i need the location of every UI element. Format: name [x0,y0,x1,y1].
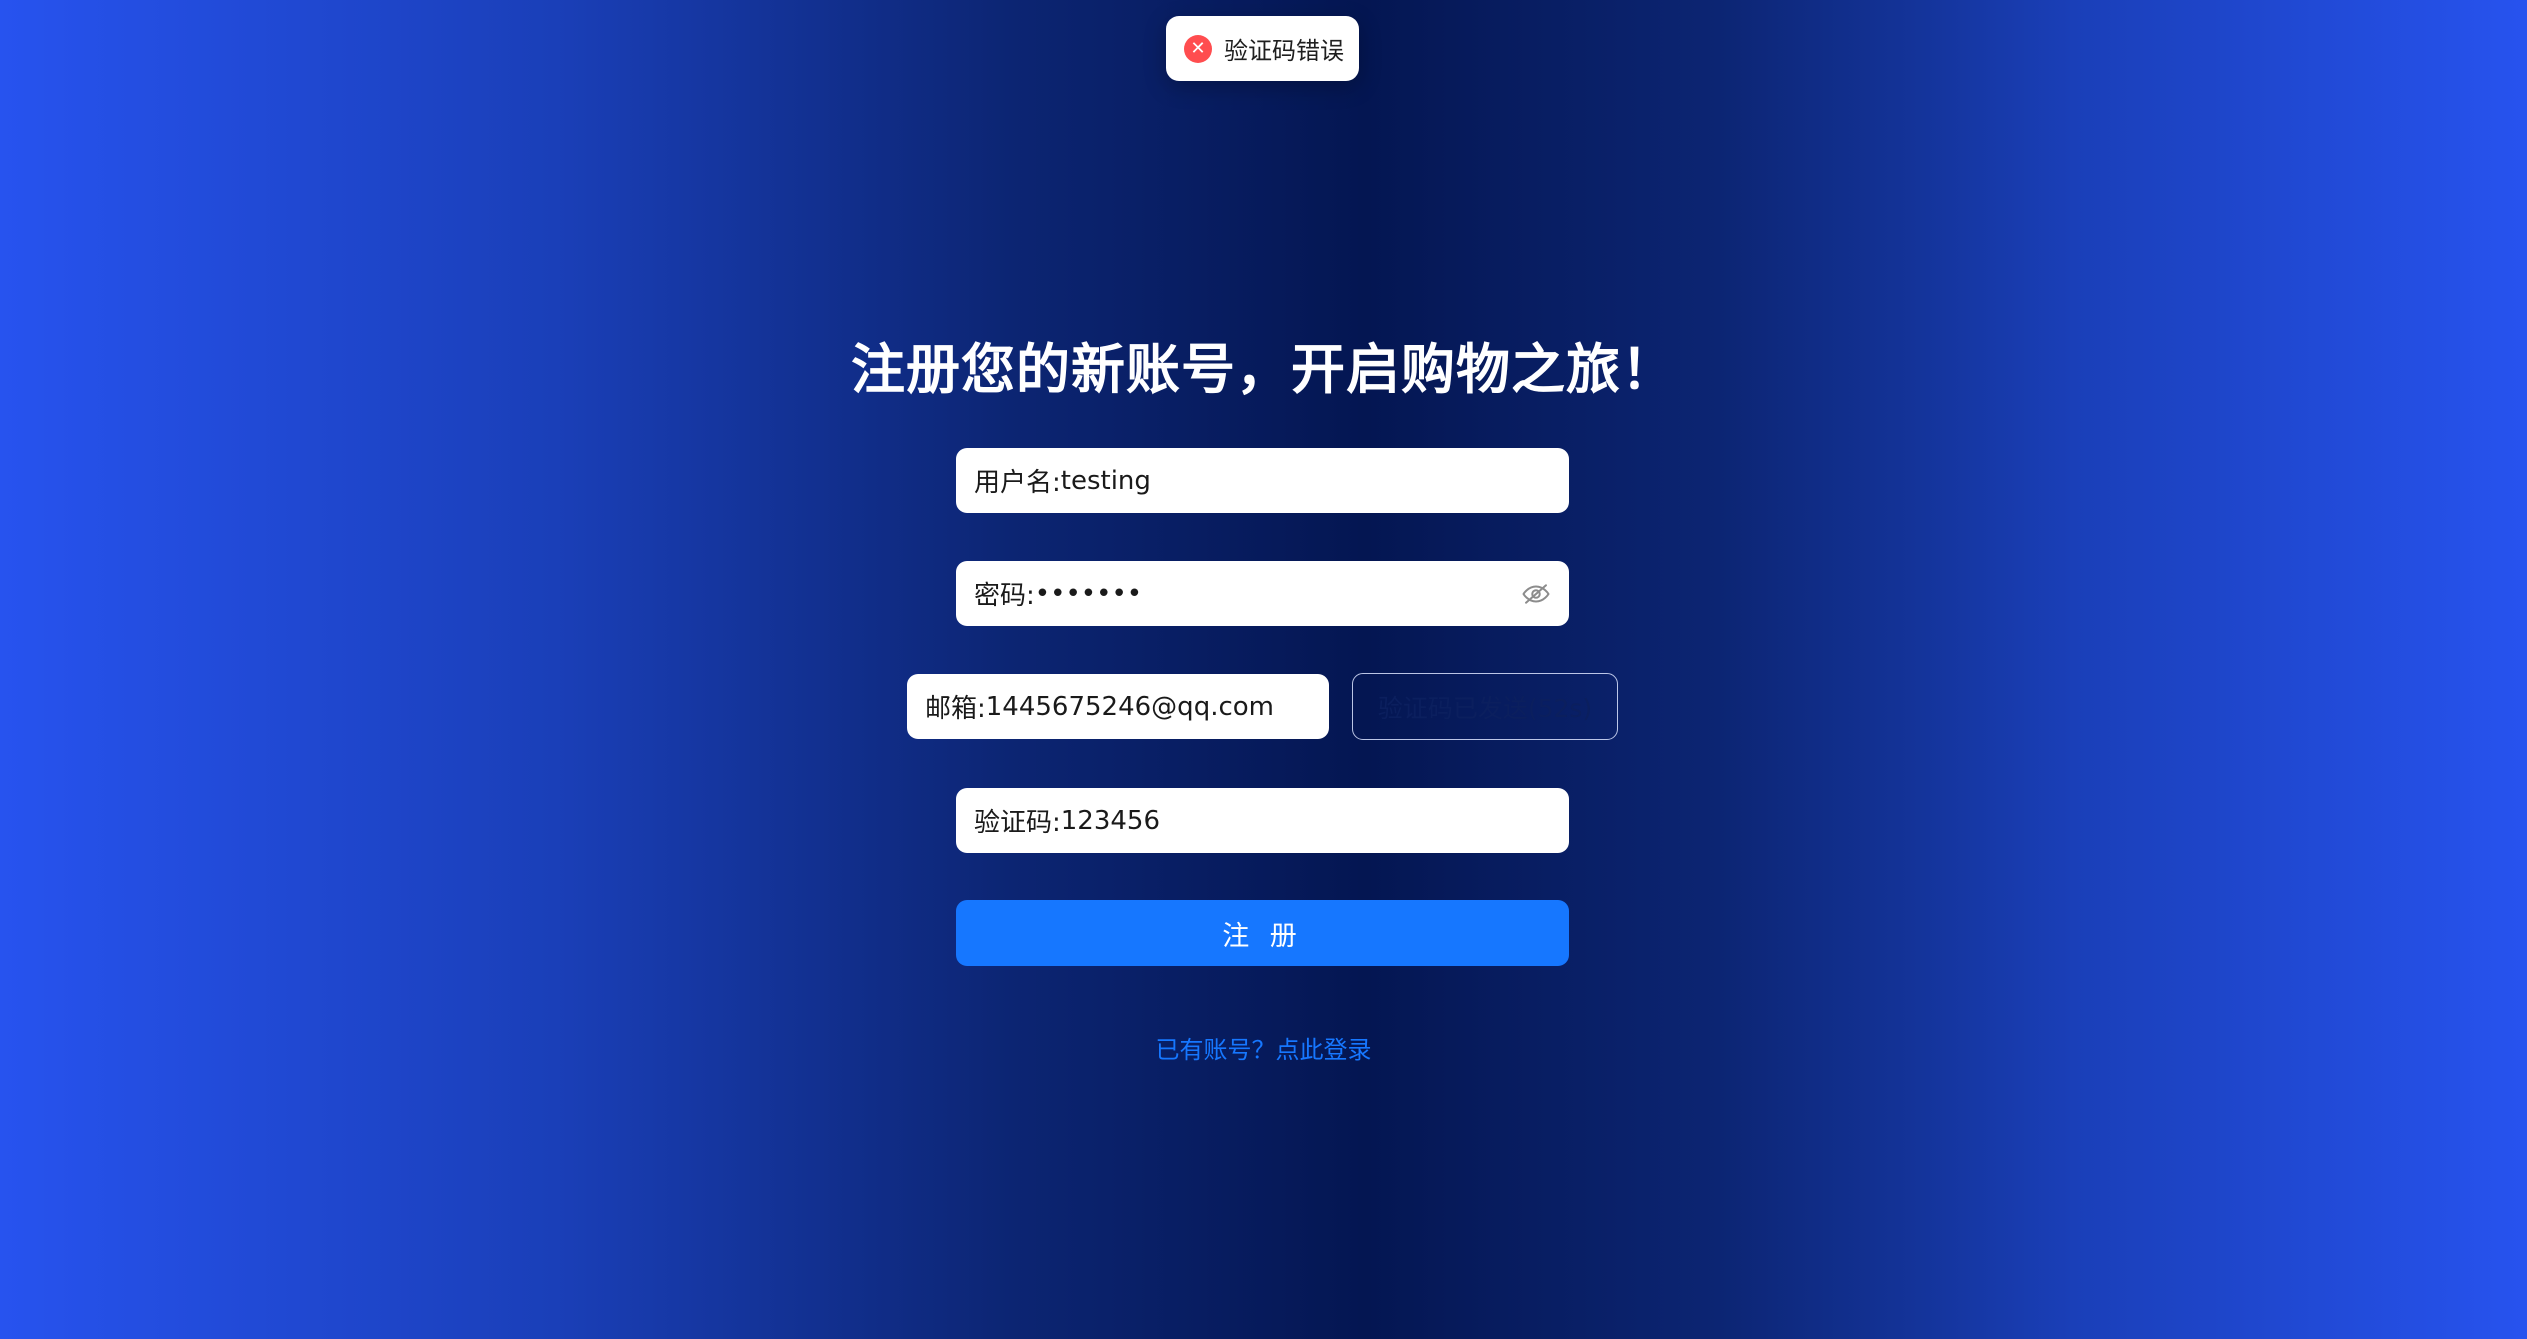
email-value: 1445675246@qq.com [985,691,1274,722]
login-link[interactable]: 已有账号？点此登录 [0,1030,2527,1065]
close-circle-icon: ✕ [1184,34,1212,63]
password-field[interactable]: 密码: ••••••• [956,561,1569,626]
code-value: 123456 [1060,805,1161,836]
username-label: 用户名: [974,468,1061,498]
username-value: testing [1060,465,1151,496]
eye-invisible-icon[interactable] [1521,579,1551,609]
password-label: 密码: [974,581,1035,611]
email-label: 邮箱: [925,694,986,724]
toast-message: 验证码错误 [1224,37,1344,65]
code-label: 验证码: [974,808,1061,838]
error-toast: ✕ 验证码错误 [1166,16,1359,81]
email-field[interactable]: 邮箱: 1445675246@qq.com [907,674,1329,739]
username-field[interactable]: 用户名: testing [956,448,1569,513]
password-value: ••••••• [1034,578,1143,609]
send-code-button[interactable]: 验证码已发送(52s) [1352,673,1618,740]
register-button[interactable]: 注 册 [956,900,1569,966]
verification-code-field[interactable]: 验证码: 123456 [956,788,1569,853]
page-title: 注册您的新账号，开启购物之旅！ [851,338,1676,401]
